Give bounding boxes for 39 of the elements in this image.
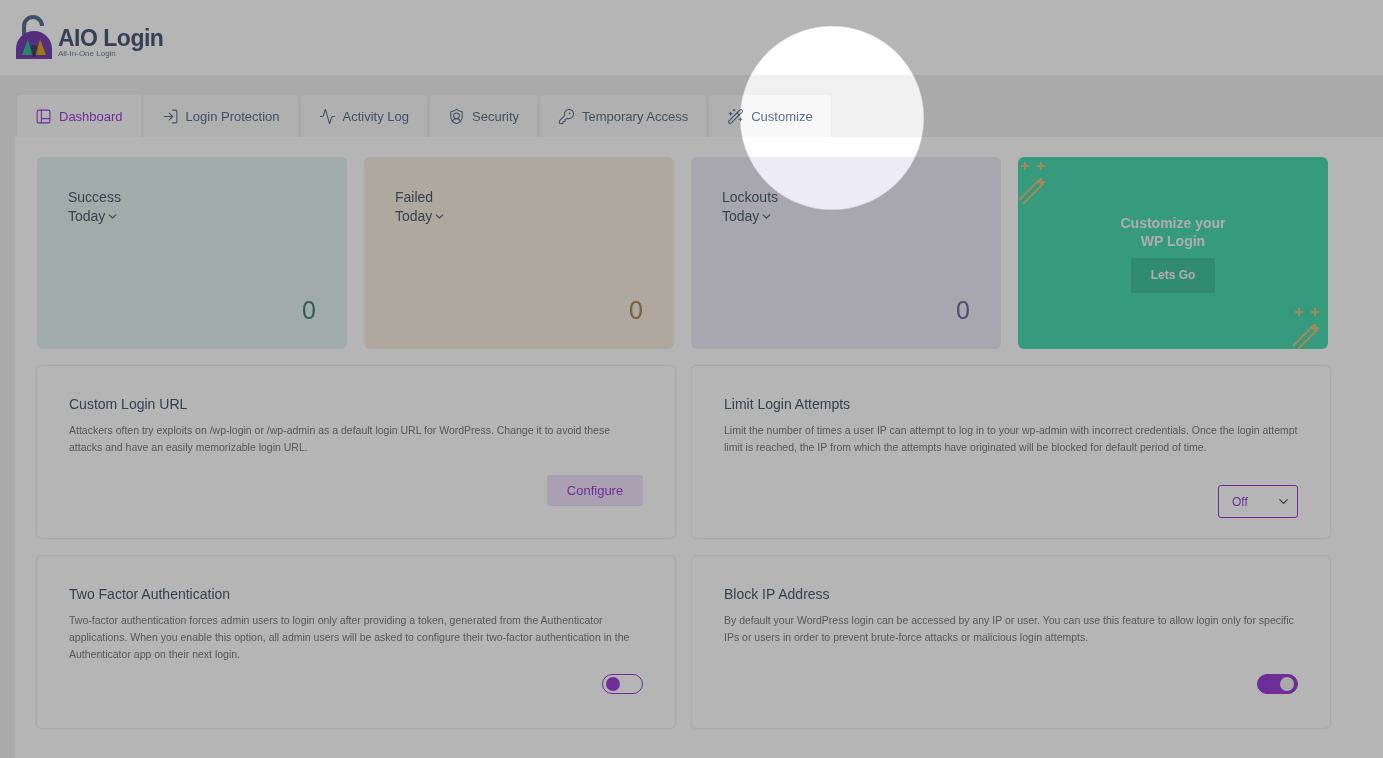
feature-title: Block IP Address [724,586,831,602]
magic-wand-icon [727,107,745,125]
promo-title: Customize your WP Login [1119,213,1227,250]
brand-subtitle: All-In-One Login [58,49,116,58]
period-dropdown[interactable]: Today [395,208,447,224]
feature-title: Limit Login Attempts [724,396,852,412]
brand-title: AIO Login [58,25,164,50]
wand-icon [1018,161,1046,205]
stat-value: 0 [956,296,970,325]
period-dropdown[interactable]: Today [722,208,774,224]
configure-button[interactable]: Configure [547,475,643,506]
nav-tab[interactable]: Dashboard [17,95,141,137]
login-icon [161,107,179,125]
limit-select[interactable]: Off [1218,485,1298,518]
wand-icon [1292,307,1320,349]
toggle-switch[interactable] [602,674,643,694]
stat-value: 0 [302,296,316,325]
padlock-logo-icon [14,14,54,61]
activity-icon [318,107,336,125]
stat-title: Lockouts [722,189,780,205]
dashboard-icon [35,107,52,125]
key-icon [558,107,575,125]
feature-description: Two-factor authentication forces admin users to login only after providing a token, generated from the Authenticator applications. When you enable this option, all admin users will be asked to configure their two-factor authentication in the Authenticator app on their next login. [69,613,631,662]
shield-user-icon [448,107,466,125]
nav-tab[interactable]: Activity Log [300,95,428,137]
period-dropdown[interactable]: Today [68,208,120,224]
feature-description: Attackers often try exploits on /wp-login or /wp-admin as a default login URL for WordPress. Change it to avoid these attacks and have an easily memorizable login URL. [69,423,612,455]
nav-tab[interactable]: Login Protection [143,95,298,137]
nav-tab[interactable]: Customize [709,95,831,137]
stat-value: 0 [629,296,643,325]
feature-description: Limit the number of times a user IP can attempt to log in to your wp-admin with incorrect credentials. Once the login attempt limit is reached, the IP from which the attempts have originated will be blocked for default period of time. [724,423,1298,455]
feature-description: By default your WordPress login can be accessed by any IP or user. You can use this feature to allow login only for specific IPs or users in order to prevent brute-force attacks or malicious login attempts. [724,613,1295,645]
toggle-switch[interactable] [1257,674,1298,694]
nav-tab[interactable]: Temporary Access [540,95,707,137]
feature-title: Two Factor Authentication [69,586,232,602]
feature-title: Custom Login URL [69,396,189,412]
stat-title: Failed [395,189,435,205]
nav-tab[interactable]: Security [430,95,537,137]
stat-title: Success [68,189,122,205]
